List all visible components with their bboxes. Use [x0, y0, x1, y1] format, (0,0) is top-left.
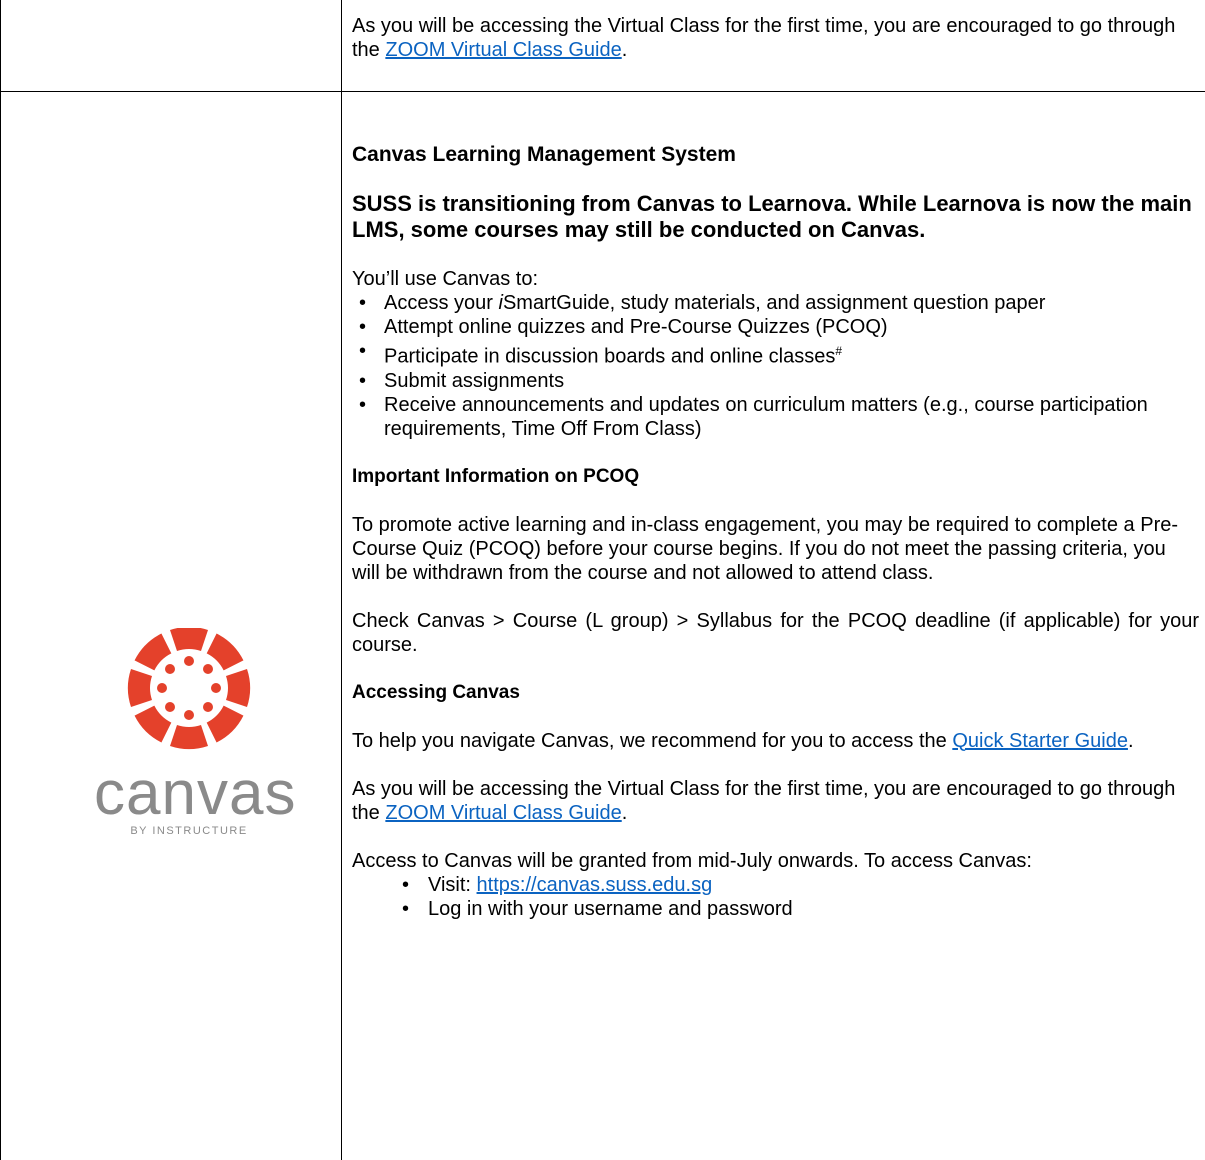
- section-title: Canvas Learning Management System: [352, 143, 736, 166]
- syllabus-paragraph: Check Canvas > Course (L group) > Syllab…: [352, 609, 1199, 656]
- zoom-guide-period: .: [621, 39, 628, 61]
- list-item: • Participate in discussion boards and on…: [359, 340, 843, 368]
- pcoq-heading: Important Information on PCOQ: [352, 465, 640, 487]
- visit-label: Visit:: [428, 873, 477, 896]
- uses-list: • Access your iSmartGuide, study material…: [352, 291, 1199, 441]
- access-heading: Accessing Canvas: [352, 681, 520, 703]
- list-item-text: Submit assignments: [384, 369, 565, 392]
- top-row-cell: As you will be accessing the Virtual Cla…: [352, 14, 1199, 62]
- access-steps-list: • Visit: https://canvas.suss.edu.sg • Log …: [352, 873, 1199, 921]
- canvas-url-link[interactable]: https://canvas.suss.edu.sg: [477, 874, 713, 896]
- list-item: • Log in with your username and password: [402, 897, 793, 920]
- pcoq-paragraph: To promote active learning and in-class …: [352, 513, 1179, 584]
- table-column-divider: [341, 0, 342, 1160]
- list-item-text: SmartGuide, study materials, and assignm…: [502, 292, 1046, 314]
- quick-starter-guide-link[interactable]: Quick Starter Guide: [952, 730, 1128, 752]
- navigate-paragraph: To help you navigate Canvas, we recommen…: [352, 729, 1199, 753]
- table-border-left: [0, 0, 1, 1160]
- zoom-guide-link-2[interactable]: ZOOM Virtual Class Guide: [385, 802, 621, 824]
- canvas-section-cell: Canvas Learning Management System SUSS i…: [352, 143, 1199, 921]
- list-item: • Attempt online quizzes and Pre-Course Q…: [359, 316, 888, 338]
- list-item-text: Attempt online quizzes and Pre-Course Qu…: [384, 316, 888, 338]
- list-item-text: Access your: [384, 292, 499, 314]
- zoom-guide-paragraph-2: As you will be accessing the Virtual Cla…: [352, 777, 1199, 825]
- table-row-divider: [0, 91, 1205, 92]
- navigate-text: To help you navigate Canvas, we recommen…: [352, 729, 953, 752]
- zoom-guide-link[interactable]: ZOOM Virtual Class Guide: [385, 39, 621, 61]
- access-intro: Access to Canvas will be granted from mi…: [352, 849, 1032, 872]
- zoom-guide-period: .: [621, 801, 628, 824]
- list-item: • Visit: https://canvas.suss.edu.sg: [402, 873, 713, 896]
- list-item: • Access your iSmartGuide, study material…: [359, 292, 1046, 314]
- navigate-period: .: [1127, 729, 1134, 752]
- list-item: • Submit assignments: [359, 369, 565, 392]
- footnote-marker: #: [835, 344, 843, 358]
- canvas-logo-wordmark: canvas: [94, 759, 297, 828]
- zoom-guide-paragraph: As you will be accessing the Virtual Cla…: [352, 14, 1199, 62]
- list-item: • Receive announcements and updates on cu…: [359, 393, 1148, 440]
- list-item-text: Log in with your username and password: [428, 897, 793, 920]
- uses-intro: You’ll use Canvas to:: [352, 268, 539, 290]
- transition-notice: SUSS is transitioning from Canvas to Lea…: [352, 191, 1192, 242]
- list-item-text: Receive announcements and updates on cur…: [384, 393, 1148, 440]
- list-item-text: Participate in discussion boards and onl…: [384, 345, 836, 368]
- canvas-logo-icon: [127, 626, 251, 750]
- canvas-logo: canvas BY INSTRUCTURE: [94, 626, 297, 837]
